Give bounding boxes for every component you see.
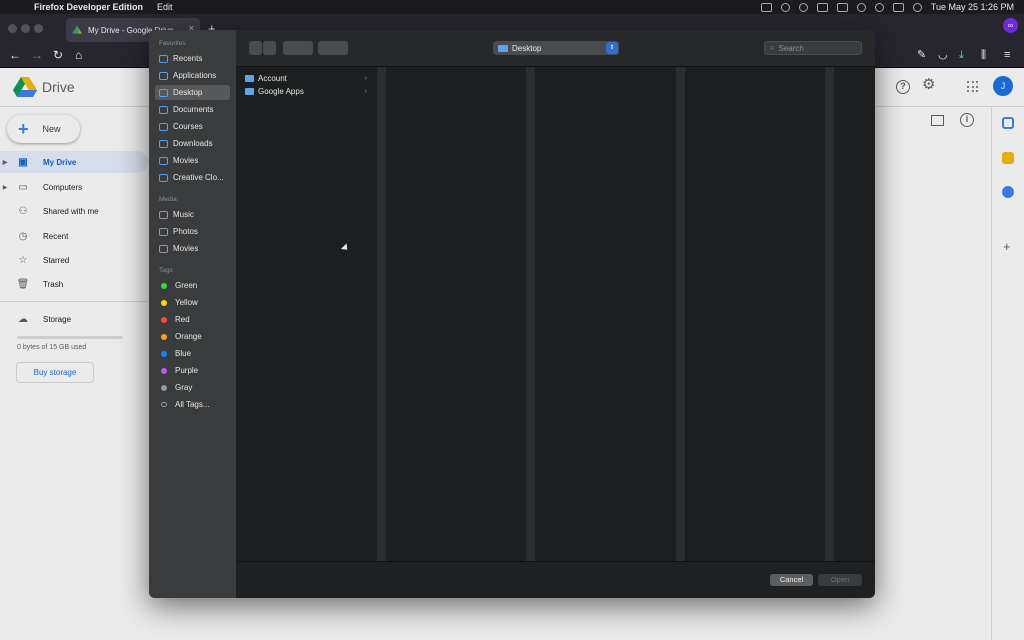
movies-icon (159, 156, 168, 165)
sidebar-item-photos[interactable]: Photos (155, 224, 230, 239)
music-icon (159, 210, 168, 219)
blue-tag-dot (161, 350, 167, 357)
browser-column-2[interactable] (386, 67, 526, 561)
column-resize-handle[interactable] (526, 67, 535, 561)
battery-icon[interactable] (836, 2, 848, 12)
edit-menu[interactable]: Edit (157, 2, 173, 12)
clock[interactable]: Tue May 25 1:26 PM (931, 2, 1014, 12)
location-stepper-icon[interactable]: ⇕ (606, 42, 618, 54)
browser-column-5[interactable] (834, 67, 875, 561)
downloads-icon (159, 139, 168, 148)
tags-heading: Tags (159, 267, 173, 274)
file-row-account[interactable]: Account › (245, 72, 375, 85)
sidebar-item-downloads[interactable]: Downloads (155, 136, 230, 151)
cancel-button[interactable]: Cancel (770, 574, 813, 586)
tag-red[interactable]: Red (155, 312, 230, 327)
macos-menu-bar: Firefox Developer Edition Edit Tue May 2… (0, 0, 1024, 14)
file-row-google-apps[interactable]: Google Apps › (245, 85, 375, 98)
tag-purple[interactable]: Purple (155, 363, 230, 378)
status-area: Tue May 25 1:26 PM (760, 0, 1014, 14)
browser-column-3[interactable] (535, 67, 676, 561)
open-button[interactable]: Open (818, 574, 862, 586)
sidebar-item-music[interactable]: Music (155, 207, 230, 222)
tag-blue[interactable]: Blue (155, 346, 230, 361)
dialog-footer: Cancel Open (236, 561, 875, 598)
record-icon[interactable] (780, 2, 790, 12)
view-columns-button[interactable] (283, 41, 313, 55)
sidebar-item-recents[interactable]: Recents (155, 51, 230, 66)
screen-mirror-icon[interactable] (760, 2, 772, 12)
sidebar-item-media-movies[interactable]: Movies (155, 241, 230, 256)
location-popup[interactable]: Desktop ⇕ (493, 41, 619, 55)
photos-icon (159, 227, 168, 236)
sidebar-item-creative-cloud[interactable]: Creative Clo... (155, 170, 230, 185)
folder-icon (245, 88, 254, 95)
play-icon[interactable] (798, 2, 808, 12)
forward-nav-button[interactable] (263, 41, 276, 55)
folder-icon (245, 75, 254, 82)
column-resize-handle[interactable] (377, 67, 386, 561)
dialog-sidebar: Favorites Recents Applications Desktop D… (149, 30, 236, 598)
gray-tag-dot (161, 384, 167, 391)
browser-column-1[interactable] (236, 67, 377, 561)
browser-column-4[interactable] (685, 67, 825, 561)
film-icon (159, 244, 168, 253)
control-center-icon[interactable] (892, 2, 904, 12)
applications-icon (159, 71, 168, 80)
app-menu-name[interactable]: Firefox Developer Edition (34, 2, 143, 12)
yellow-tag-dot (161, 299, 167, 306)
sidebar-item-desktop[interactable]: Desktop (155, 85, 230, 100)
orange-tag-dot (161, 333, 167, 340)
spotlight-icon[interactable] (874, 2, 884, 12)
all-tags[interactable]: All Tags... (155, 397, 230, 412)
folder-icon (159, 173, 168, 182)
column-resize-handle[interactable] (676, 67, 685, 561)
tag-yellow[interactable]: Yellow (155, 295, 230, 310)
sidebar-item-movies[interactable]: Movies (155, 153, 230, 168)
media-heading: Media (159, 196, 177, 203)
siri-icon[interactable] (912, 2, 922, 12)
tag-green[interactable]: Green (155, 278, 230, 293)
disclosure-arrow-icon: › (364, 88, 367, 95)
search-icon: ⌕ (770, 43, 775, 52)
location-label: Desktop (512, 43, 542, 53)
back-nav-button[interactable] (249, 41, 262, 55)
green-tag-dot (161, 282, 167, 289)
disclosure-arrow-icon: › (364, 75, 367, 82)
column-resize-handle[interactable] (825, 67, 834, 561)
tag-orange[interactable]: Orange (155, 329, 230, 344)
file-name: Account (258, 74, 287, 83)
documents-icon (159, 105, 168, 114)
file-name: Google Apps (258, 87, 304, 96)
file-open-dialog: Favorites Recents Applications Desktop D… (149, 30, 875, 598)
sidebar-item-applications[interactable]: Applications (155, 68, 230, 83)
purple-tag-dot (161, 367, 167, 374)
search-field[interactable]: ⌕ Search (764, 41, 862, 55)
folder-icon (498, 44, 508, 52)
all-tags-icon (161, 402, 167, 407)
red-tag-dot (161, 316, 167, 323)
wifi-icon[interactable] (856, 2, 866, 12)
display-icon[interactable] (816, 2, 828, 12)
tag-gray[interactable]: Gray (155, 380, 230, 395)
desktop-icon (159, 88, 168, 97)
favorites-heading: Favorites (159, 40, 186, 47)
search-placeholder: Search (778, 43, 804, 53)
sidebar-item-documents[interactable]: Documents (155, 102, 230, 117)
sidebar-item-courses[interactable]: Courses (155, 119, 230, 134)
recents-icon (159, 54, 168, 63)
folder-icon (159, 122, 168, 131)
group-view-button[interactable] (318, 41, 348, 55)
dialog-toolbar: Desktop ⇕ ⌕ Search (236, 30, 875, 67)
